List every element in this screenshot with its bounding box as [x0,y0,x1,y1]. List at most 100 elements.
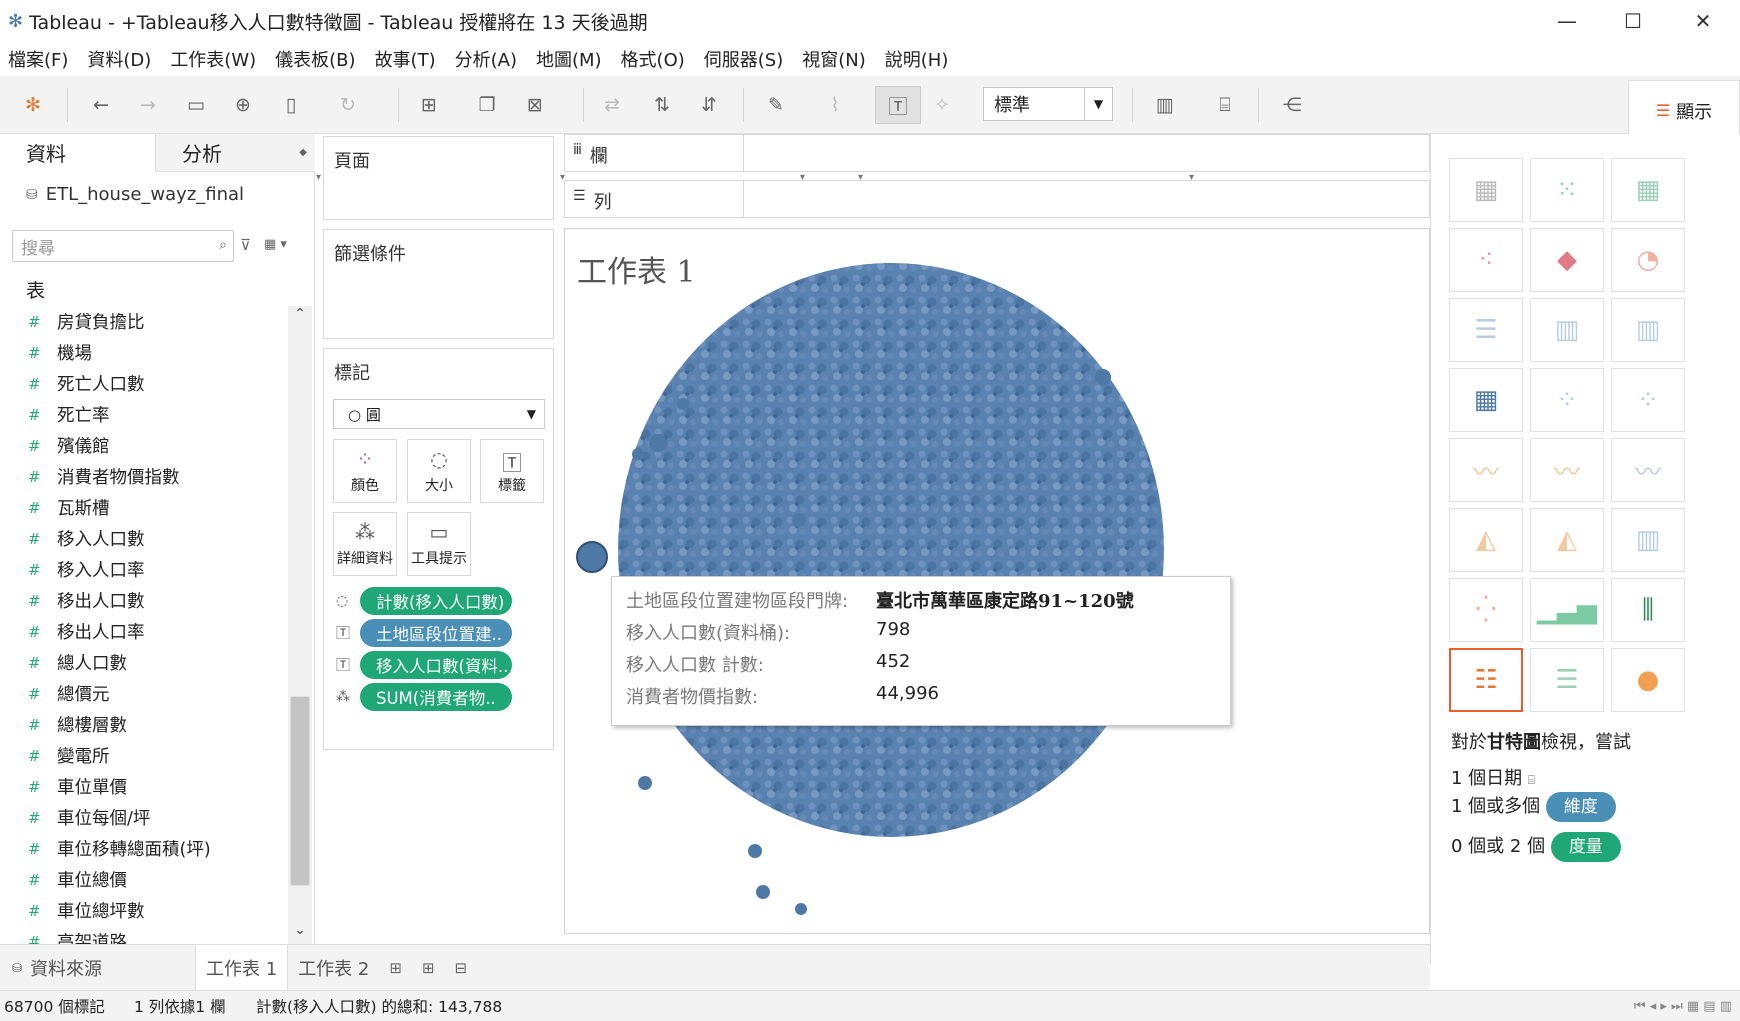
showme-highlight-table-icon[interactable]: ▦ [1611,158,1685,222]
highlight-icon[interactable]: ✎ [761,90,791,120]
presentation-mode-icon[interactable]: ⌸ [1210,90,1240,120]
bubble[interactable] [792,513,806,527]
bubble[interactable] [677,398,689,410]
color-button[interactable]: ⁘ 顏色 [333,439,397,503]
back-icon[interactable]: ← [86,90,116,120]
showme-dual-combination-icon[interactable]: ▥ [1611,508,1685,572]
showme-filled-map-icon[interactable]: ◆ [1530,228,1604,292]
field-item[interactable]: # 機場 [0,337,288,368]
menu-item[interactable]: 分析(A) [455,46,517,72]
clear-sheet-icon[interactable]: ⊠ [520,90,550,120]
field-item[interactable]: # 殯儀館 [0,430,288,461]
showme-stacked-bars-icon[interactable]: ▥ [1530,298,1604,362]
marks-pill[interactable]: 移入人口數(資料.. [360,651,512,679]
tab-analysis[interactable]: 分析 ◆ [155,134,315,172]
close-button[interactable]: ✕ [1673,6,1733,36]
menu-item[interactable]: 故事(T) [375,46,436,72]
scrollbar-thumb[interactable] [290,696,310,886]
showme-gantt-chart-icon[interactable]: ☷ [1449,648,1523,712]
field-item[interactable]: # 消費者物價指數 [0,461,288,492]
showme-area-continuous-icon[interactable]: ◭ [1449,508,1523,572]
show-me-tab[interactable]: ☰ 顯示 [1628,80,1740,140]
tooltip-button[interactable]: ▭ 工具提示 [407,512,471,576]
showme-side-by-side-bars-icon[interactable]: ▥ [1611,298,1685,362]
showme-packed-bubbles-icon[interactable]: ● [1611,648,1685,712]
showme-circle-views-icon[interactable]: ⁘ [1530,368,1604,432]
showme-side-by-side-circles-icon[interactable]: ⁘ [1611,368,1685,432]
menu-item[interactable]: 說明(H) [885,46,949,72]
field-item[interactable]: # 總價元 [0,678,288,709]
showme-box-and-whisker-icon[interactable]: ⫼ [1611,578,1685,642]
field-list-scrollbar[interactable]: ⌃ ⌄ [288,306,312,946]
menu-item[interactable]: 格式(O) [621,46,685,72]
bubble[interactable] [649,434,667,452]
pause-updates-icon[interactable]: ▯ [276,90,306,120]
filters-card[interactable]: 篩選條件 [323,229,554,339]
field-item[interactable]: # 房貸負擔比 [0,306,288,337]
duplicate-sheet-icon[interactable]: ❐ [472,90,502,120]
showme-horizontal-bars-icon[interactable]: ☰ [1449,298,1523,362]
save-icon[interactable]: ▭ [181,90,211,120]
showme-bullet-graph-icon[interactable]: ☰ [1530,648,1604,712]
bubble[interactable] [756,885,770,899]
showme-text-table-icon[interactable]: ▦ [1449,158,1523,222]
datasource-tab[interactable]: ⛁ 資料來源 [0,945,195,991]
show-mark-labels-icon[interactable]: 🅃 [875,86,921,124]
tab-data[interactable]: 資料 [0,134,155,172]
marks-pill[interactable]: 土地區段位置建.. [360,619,512,647]
columns-shelf[interactable]: ⅲ欄 [564,134,1430,172]
sheet-tab-2[interactable]: 工作表 2 [288,945,379,991]
detail-button[interactable]: ⁂ 詳細資料 [333,512,397,576]
field-item[interactable]: # 車位單價 [0,771,288,802]
sort-icon[interactable]: ◆ [299,147,307,158]
showme-dual-lines-icon[interactable]: 〰 [1611,438,1685,502]
chevron-down-icon[interactable]: ▾ [316,172,321,183]
sort-descending-icon[interactable]: ⇵ [694,90,724,120]
bubble[interactable] [1095,369,1111,385]
maximize-button[interactable]: ☐ [1603,6,1663,36]
field-item[interactable]: # 總樓層數 [0,709,288,740]
size-button[interactable]: ◌ 大小 [407,439,471,503]
scroll-up-icon[interactable]: ⌃ [288,306,312,330]
field-item[interactable]: # 移入人口率 [0,554,288,585]
bubble[interactable] [638,776,652,790]
new-worksheet-icon[interactable]: ⊞ [379,945,412,991]
menu-item[interactable]: 資料(D) [87,46,151,72]
show-cards-icon[interactable]: ▥ [1150,90,1180,120]
refresh-icon[interactable]: ↻ [333,90,363,120]
field-item[interactable]: # 車位總價 [0,864,288,895]
new-story-icon[interactable]: ⊟ [445,945,478,991]
field-item[interactable]: # 車位每個/坪 [0,802,288,833]
menu-item[interactable]: 工作表(W) [170,46,256,72]
sheet-tab-1[interactable]: 工作表 1 [195,944,289,991]
scroll-down-icon[interactable]: ⌄ [288,922,312,946]
pages-card[interactable]: 頁面 [323,136,554,220]
field-item[interactable]: # 瓦斯槽 [0,492,288,523]
mark-type-dropdown[interactable]: ○ 圓 ▼ [333,399,545,429]
menu-item[interactable]: 視窗(N) [802,46,866,72]
highlighted-bubble[interactable] [576,541,608,573]
field-item[interactable]: # 高架道路 [0,926,288,947]
field-item[interactable]: # 移出人口數 [0,585,288,616]
status-nav-controls[interactable]: ⏮ ◂ ▸ ⏭ ▦ ▤ ▥ [1634,999,1732,1014]
share-icon[interactable]: ⋲ [1277,90,1307,120]
field-item[interactable]: # 移入人口數 [0,523,288,554]
new-worksheet-icon[interactable]: ⊞ [414,90,444,120]
swap-rows-columns-icon[interactable]: ⇄ [597,90,627,120]
rows-shelf[interactable]: ☰ 列 [564,180,1430,218]
field-item[interactable]: # 變電所 [0,740,288,771]
field-item[interactable]: # 死亡率 [0,399,288,430]
showme-symbol-map-icon[interactable]: ⁖ [1449,228,1523,292]
menu-item[interactable]: 地圖(M) [536,46,602,72]
sort-ascending-icon[interactable]: ⇅ [647,90,677,120]
tableau-home-icon[interactable]: ✻ [18,90,48,120]
label-button[interactable]: 🅃 標籤 [480,439,544,503]
marks-pill[interactable]: 計數(移入人口數) [360,587,512,615]
showme-discrete-lines-icon[interactable]: 〰 [1530,438,1604,502]
search-input[interactable]: 搜尋 ⌕ [12,230,234,262]
menu-item[interactable]: 檔案(F) [8,46,68,72]
new-datasource-icon[interactable]: ⊕ [228,90,258,120]
view-options-icon[interactable]: ▦ ▾ [264,237,287,252]
showme-area-discrete-icon[interactable]: ◭ [1530,508,1604,572]
group-members-icon[interactable]: ⌇ [820,90,850,120]
